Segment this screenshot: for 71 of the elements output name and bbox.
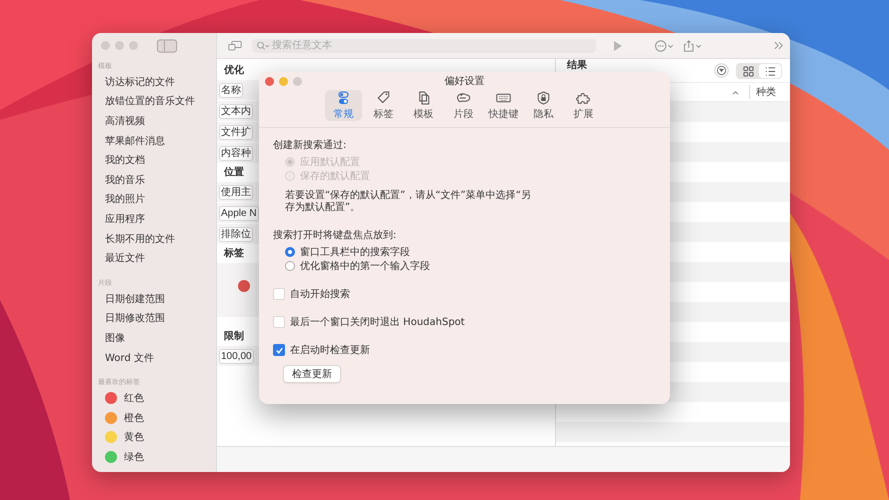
sidebar-item[interactable]: 黄色 <box>98 428 212 448</box>
filter-icon[interactable] <box>714 63 729 78</box>
tag-dot[interactable] <box>238 280 250 292</box>
sidebar-item[interactable]: 高清视频 <box>98 111 212 131</box>
sidebar-item[interactable]: 苹果邮件消息 <box>98 130 212 150</box>
puzzle-icon <box>576 90 591 104</box>
section-title: 标签 <box>224 246 244 261</box>
criterion-button[interactable]: Apple N <box>219 206 259 220</box>
chevron-icon[interactable] <box>774 41 784 50</box>
search-icon <box>256 40 270 50</box>
checkbox-label: 自动开始搜索 <box>290 288 350 301</box>
sidebar-item[interactable]: 我的文档 <box>98 150 212 170</box>
tag-icon <box>376 90 391 104</box>
search-field[interactable]: 搜索任意文本 <box>252 38 596 52</box>
query-icon[interactable] <box>228 40 242 52</box>
sidebar-toggle-icon[interactable] <box>155 38 179 52</box>
checkbox[interactable] <box>273 344 285 356</box>
share-icon[interactable] <box>682 40 704 52</box>
preferences-tab[interactable]: 标签 <box>365 90 402 121</box>
radio-label: 保存的默认配置 <box>300 170 370 183</box>
section-title: 限制 <box>224 330 244 344</box>
list-view-button[interactable] <box>759 64 781 78</box>
list-icon <box>764 66 776 76</box>
section-title: 优化 <box>224 64 244 78</box>
criterion-button[interactable]: 排除位 <box>219 226 253 242</box>
preferences-tab[interactable]: 模板 <box>405 90 442 121</box>
checkbox-label: 最后一个窗口关闭时退出 HoudahSpot <box>290 316 465 329</box>
preferences-tab[interactable]: 隐私 <box>525 90 562 121</box>
sidebar-item[interactable]: 日期修改范围 <box>98 308 212 328</box>
minimize-button[interactable] <box>279 77 288 86</box>
sidebar-item[interactable]: 长期不用的文件 <box>98 228 212 248</box>
criterion-button[interactable]: 内容种 <box>219 146 253 160</box>
sidebar-item[interactable]: 红色 <box>98 388 212 408</box>
more-icon[interactable] <box>654 40 676 52</box>
radio-label: 窗口工具栏中的搜索字段 <box>300 246 410 259</box>
preferences-tab[interactable]: 扩展 <box>565 90 602 121</box>
criterion-button[interactable]: 名称 <box>219 82 243 98</box>
criterion-button[interactable]: 文本内 <box>219 104 253 118</box>
sidebar-item[interactable]: 最近文件 <box>98 248 212 268</box>
section-title: 位置 <box>224 166 244 180</box>
group-title: 创建新搜索通过: <box>273 138 346 152</box>
preferences-tab[interactable]: 快捷键 <box>485 90 522 121</box>
radio-label: 优化窗格中的第一个输入字段 <box>300 260 430 273</box>
radio-label: 应用默认配置 <box>300 156 360 169</box>
shield-lock-icon <box>536 90 551 104</box>
close-button[interactable] <box>265 77 274 86</box>
criterion-button[interactable]: 100,00 <box>219 348 254 364</box>
checkbox-label: 在启动时检查更新 <box>290 344 370 357</box>
check-updates-button[interactable]: 检查更新 <box>283 365 341 383</box>
sidebar-item[interactable]: 日期创建范围 <box>98 288 212 309</box>
sidebar-item[interactable]: 放错位置的音乐文件 <box>98 92 212 112</box>
preferences-tab[interactable]: 片段 <box>445 90 482 121</box>
sidebar-item[interactable]: 应用程序 <box>98 209 212 229</box>
sidebar-item[interactable]: 橙色 <box>98 408 212 428</box>
grid-icon <box>742 66 754 76</box>
sidebar-item[interactable]: Word 文件 <box>98 348 212 368</box>
radio-button[interactable] <box>285 247 295 257</box>
sidebar-item[interactable]: 我的音乐 <box>98 170 212 190</box>
sidebar-item[interactable]: 我的照片 <box>98 190 212 210</box>
criterion-button[interactable]: 文件扩 <box>219 124 253 140</box>
group-title: 搜索打开时将键盘焦点放到: <box>273 228 396 242</box>
hint-text: 若要设置“保存的默认配置”，请从“文件”菜单中选择“另存为默认配置”。 <box>285 190 532 214</box>
sidebar-item[interactable]: 访达标记的文件 <box>98 72 212 92</box>
window-title: 偏好设置 <box>444 74 484 88</box>
column-header[interactable]: 种类 <box>749 85 776 99</box>
criterion-button[interactable]: 使用主 <box>219 184 253 200</box>
radio-button[interactable] <box>285 261 295 271</box>
sidebar-item[interactable]: 图像 <box>98 328 212 348</box>
sidebar-item[interactable]: 绿色 <box>98 447 212 467</box>
toggle-switch-icon <box>336 90 351 104</box>
pane-title: 结果 <box>567 60 587 72</box>
